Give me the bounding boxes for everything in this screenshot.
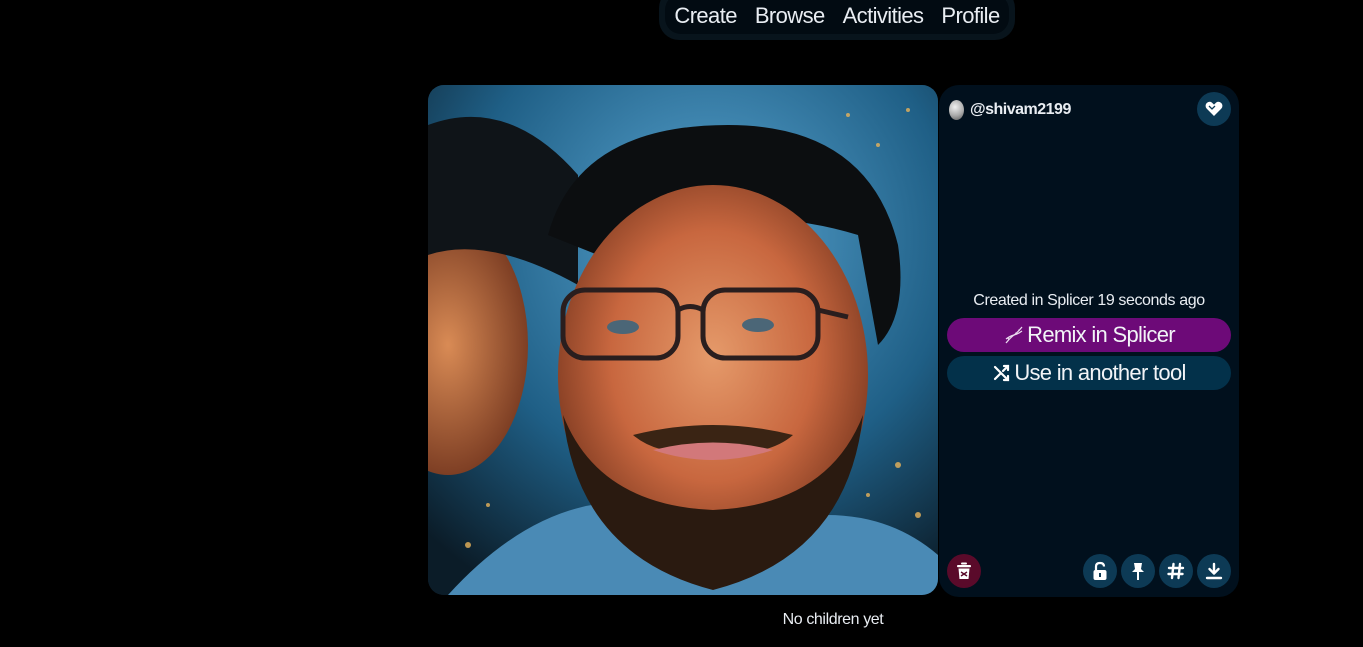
nav-activities[interactable]: Activities xyxy=(843,3,924,29)
pin-button[interactable] xyxy=(1121,554,1155,588)
avatar xyxy=(949,100,964,120)
hashtag-icon xyxy=(1167,562,1185,580)
nav-bar: Create Browse Activities Profile xyxy=(665,0,1009,34)
hashtag-button[interactable] xyxy=(1159,554,1193,588)
nav-create[interactable]: Create xyxy=(674,3,737,29)
use-in-another-tool-button[interactable]: Use in another tool xyxy=(947,356,1231,390)
children-status: No children yet xyxy=(782,611,884,628)
details-panel: @shivam2199 Created in Splicer 19 second… xyxy=(939,85,1239,597)
user-info[interactable]: @shivam2199 xyxy=(949,99,1071,121)
like-button[interactable] xyxy=(1197,92,1231,126)
tool-label: Use in another tool xyxy=(1014,360,1186,385)
top-nav: Create Browse Activities Profile xyxy=(659,0,1015,40)
heart-icon xyxy=(1205,101,1223,116)
created-text: Created in Splicer 19 seconds ago xyxy=(973,292,1205,309)
unlock-icon xyxy=(1093,561,1107,580)
delete-icon xyxy=(957,562,971,579)
delete-button[interactable] xyxy=(947,554,981,588)
portrait-image xyxy=(428,85,938,595)
generated-image[interactable] xyxy=(428,85,938,595)
download-button[interactable] xyxy=(1197,554,1231,588)
username: @shivam2199 xyxy=(970,101,1071,118)
dna-icon xyxy=(1005,326,1023,344)
shuffle-icon xyxy=(994,364,1010,382)
remix-label: Remix in Splicer xyxy=(1027,322,1175,347)
nav-profile[interactable]: Profile xyxy=(941,3,1000,29)
remix-button[interactable]: Remix in Splicer xyxy=(947,318,1231,352)
pin-icon xyxy=(1132,563,1144,580)
nav-browse[interactable]: Browse xyxy=(755,3,825,29)
download-icon xyxy=(1205,562,1223,580)
unlock-button[interactable] xyxy=(1083,554,1117,588)
